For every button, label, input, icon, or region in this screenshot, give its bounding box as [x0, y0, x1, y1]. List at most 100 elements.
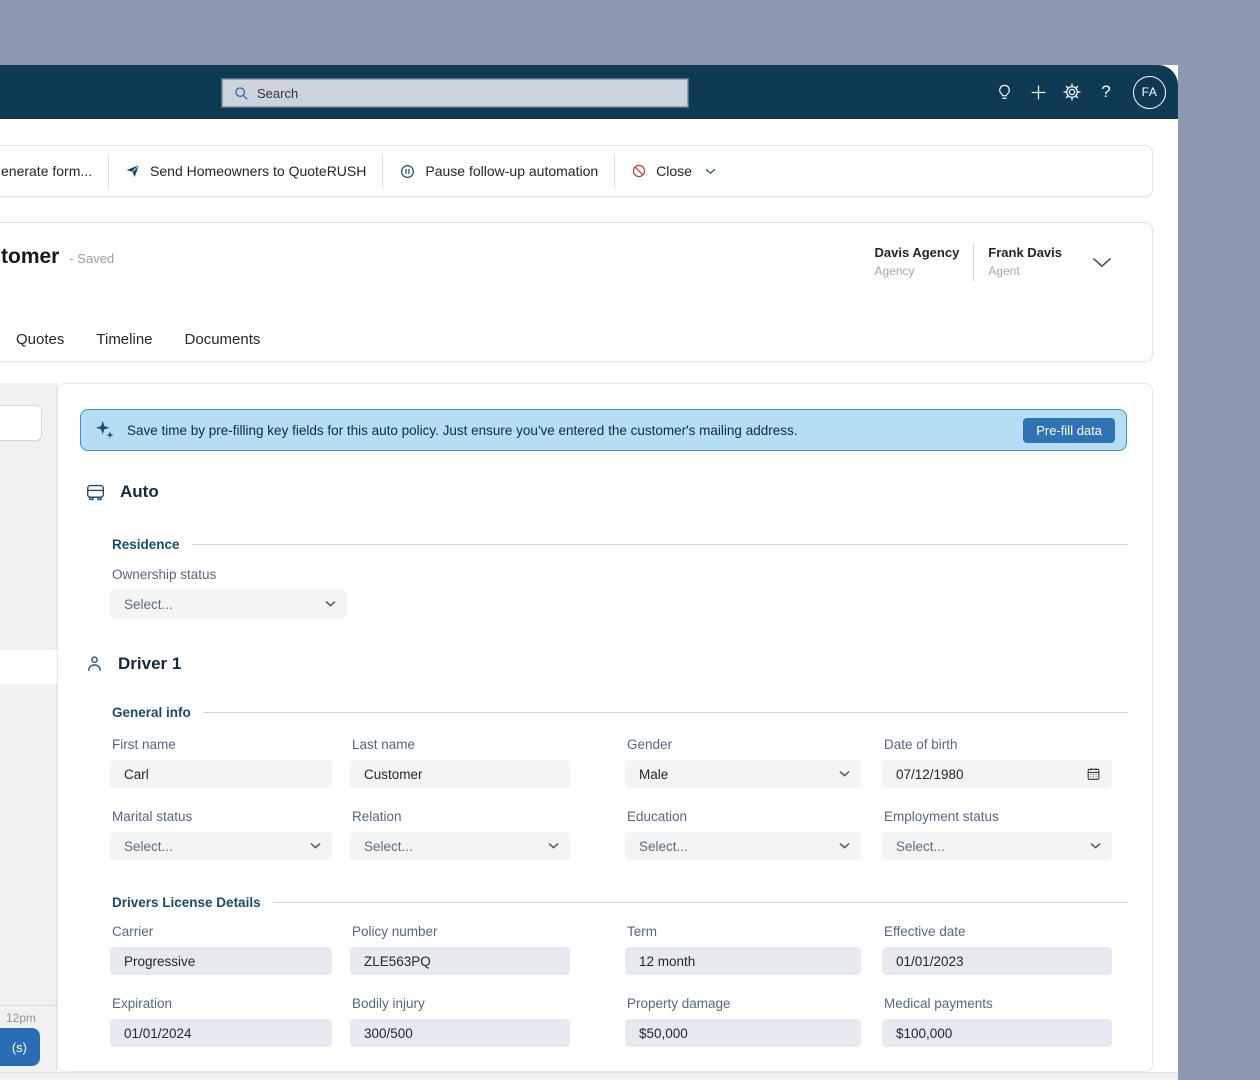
pause-icon — [399, 163, 416, 180]
desktop-background: Search ? FA enerate form... Send Homeown… — [0, 0, 1260, 1080]
field-policy-number: Policy number ZLE563PQ — [350, 924, 570, 975]
field-date-of-birth: Date of birth 07/12/1980 — [882, 737, 1112, 788]
field-label: Term — [627, 924, 657, 939]
expiration-input[interactable]: 01/01/2024 — [110, 1019, 332, 1047]
search-input[interactable]: Search — [222, 79, 688, 107]
field-label: Expiration — [112, 996, 173, 1011]
toolbar-divider — [108, 154, 110, 188]
add-icon[interactable] — [1025, 77, 1051, 107]
chevron-down-icon — [1090, 843, 1101, 850]
header-actions: ? FA — [991, 65, 1166, 119]
tab-quotes[interactable]: Quotes — [16, 331, 64, 348]
medical-payments-input[interactable]: $100,000 — [882, 1019, 1112, 1047]
window-bottom-edge — [0, 1072, 1178, 1080]
field-marital-status: Marital status Select... — [110, 809, 332, 860]
agent-assignment: Frank Davis Agent — [988, 244, 1062, 280]
agency-name: Davis Agency — [874, 244, 960, 260]
bodily-injury-input[interactable]: 300/500 — [350, 1019, 570, 1047]
field-label: Employment status — [884, 809, 999, 824]
effective-date-input[interactable]: 01/01/2023 — [882, 947, 1112, 975]
field-ownership-status: Ownership status Select... — [110, 567, 347, 618]
field-term: Term 12 month — [625, 924, 861, 975]
user-avatar[interactable]: FA — [1133, 75, 1166, 109]
field-label: Date of birth — [884, 737, 958, 752]
field-property-damage: Property damage $50,000 — [625, 996, 861, 1047]
policy-form-card: Save time by pre-filling key fields for … — [57, 383, 1153, 1072]
toolbar-divider — [382, 154, 384, 188]
chevron-down-icon — [839, 843, 850, 850]
relation-select[interactable]: Select... — [350, 832, 570, 860]
ownership-status-select[interactable]: Select... — [110, 590, 347, 618]
last-name-input[interactable]: Customer — [350, 760, 570, 788]
driver-heading-label: Driver 1 — [118, 654, 182, 673]
tab-timeline[interactable]: Timeline — [96, 331, 152, 348]
term-input[interactable]: 12 month — [625, 947, 861, 975]
send-icon — [125, 163, 141, 179]
field-bodily-injury: Bodily injury 300/500 — [350, 996, 570, 1047]
driver-section-heading: Driver 1 — [85, 654, 1152, 674]
calendar-icon[interactable] — [1086, 767, 1101, 782]
search-icon — [233, 85, 249, 101]
sidebar-search-box[interactable] — [0, 405, 42, 441]
send-to-quoterush-button[interactable]: Send Homeowners to QuoteRUSH — [125, 163, 366, 179]
left-rail: 12pm (s) — [0, 383, 57, 1072]
employment-status-select[interactable]: Select... — [882, 832, 1112, 860]
marital-status-select[interactable]: Select... — [110, 832, 332, 860]
policy-number-input[interactable]: ZLE563PQ — [350, 947, 570, 975]
auto-heading-label: Auto — [120, 482, 159, 501]
prefill-message: Save time by pre-filling key fields for … — [127, 422, 798, 438]
generate-form-button[interactable]: enerate form... — [1, 163, 92, 179]
field-employment-status: Employment status Select... — [882, 809, 1112, 860]
save-status: - Saved — [69, 251, 115, 266]
field-last-name: Last name Customer — [350, 737, 570, 788]
agent-name: Frank Davis — [988, 244, 1062, 260]
chevron-down-icon[interactable] — [1092, 257, 1112, 268]
field-label: Gender — [627, 737, 673, 752]
top-header: Search ? FA — [0, 65, 1178, 119]
lightbulb-icon[interactable] — [991, 77, 1017, 107]
record-header-card: tomer - Saved Davis Agency Agency Frank … — [0, 222, 1153, 362]
sidebar-active-item[interactable] — [0, 650, 57, 684]
block-icon — [631, 163, 647, 179]
section-rule — [202, 712, 1128, 713]
help-icon[interactable]: ? — [1093, 77, 1119, 107]
chevron-down-icon — [310, 843, 321, 850]
chevron-down-icon — [839, 771, 850, 778]
tab-documents[interactable]: Documents — [185, 331, 261, 348]
sidebar-action-button[interactable]: (s) — [0, 1028, 40, 1066]
license-section-label: Drivers License Details — [112, 895, 261, 910]
record-tabs: Quotes Timeline Documents — [16, 331, 260, 348]
pause-button-label: Pause follow-up automation — [425, 163, 599, 179]
prefill-data-button[interactable]: Pre-fill data — [1023, 417, 1115, 443]
assignment-widget[interactable]: Davis Agency Agency Frank Davis Agent — [875, 243, 1112, 281]
residence-section-header: Residence — [112, 537, 1128, 552]
chevron-down-icon — [705, 168, 716, 175]
field-medical-payments: Medical payments $100,000 — [882, 996, 1112, 1047]
property-damage-input[interactable]: $50,000 — [625, 1019, 861, 1047]
pause-automation-button[interactable]: Pause follow-up automation — [399, 163, 598, 180]
section-rule — [272, 902, 1128, 903]
chevron-down-icon — [325, 601, 336, 608]
sidebar-time-label: 12pm — [6, 1011, 37, 1025]
settings-gear-icon[interactable] — [1059, 77, 1085, 107]
record-toolbar: enerate form... Send Homeowners to Quote… — [0, 145, 1153, 197]
date-of-birth-input[interactable]: 07/12/1980 — [882, 760, 1112, 788]
first-name-input[interactable]: Carl — [110, 760, 332, 788]
general-info-section-label: General info — [112, 705, 191, 720]
field-label: Property damage — [627, 996, 731, 1011]
field-label: Marital status — [112, 809, 193, 824]
field-label: Carrier — [112, 924, 154, 939]
field-label: Education — [627, 809, 688, 824]
close-button[interactable]: Close — [631, 163, 716, 179]
education-select[interactable]: Select... — [625, 832, 861, 860]
field-label: Policy number — [352, 924, 438, 939]
record-title-row: tomer - Saved — [1, 245, 114, 269]
field-label: Last name — [352, 737, 416, 752]
field-label: Medical payments — [884, 996, 993, 1011]
carrier-input[interactable]: Progressive — [110, 947, 332, 975]
field-relation: Relation Select... — [350, 809, 570, 860]
gender-select[interactable]: Male — [625, 760, 861, 788]
general-info-section-header: General info — [112, 705, 1128, 720]
page-title: tomer — [1, 245, 60, 268]
field-education: Education Select... — [625, 809, 861, 860]
